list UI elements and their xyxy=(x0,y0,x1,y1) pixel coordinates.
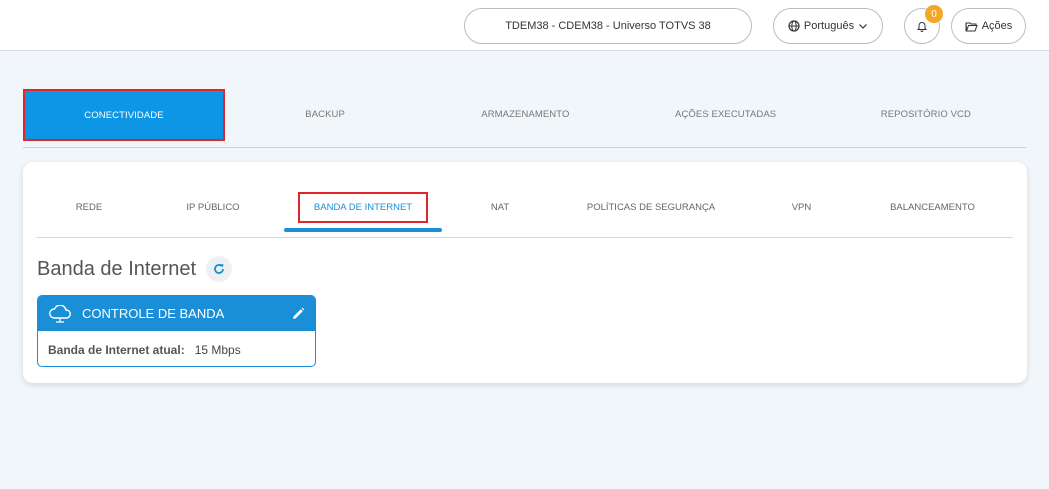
tab-label: AÇÕES EXECUTADAS xyxy=(675,108,777,120)
context-selector[interactable]: TDEM38 - CDEM38 - Universo TOTVS 38 xyxy=(464,8,752,44)
bandwidth-value: 15 Mbps xyxy=(194,342,241,357)
page-title: Banda de Internet xyxy=(37,257,197,280)
tab-label: ARMAZENAMENTO xyxy=(481,108,570,120)
section-header: Banda de Internet xyxy=(37,256,233,282)
top-bar: TDEM38 - CDEM38 - Universo TOTVS 38 Port… xyxy=(0,0,1049,51)
subtab-balanceamento[interactable]: BALANCEAMENTO xyxy=(859,182,1006,232)
tab-label: REPOSITÓRIO VCD xyxy=(880,108,971,120)
tab-armazenamento[interactable]: ARMAZENAMENTO xyxy=(425,89,625,139)
subtab-label: NAT xyxy=(490,201,510,213)
refresh-icon xyxy=(213,263,225,275)
cloud-icon xyxy=(48,304,72,323)
actions-label: Ações xyxy=(981,20,1013,32)
subtab-banda-de-internet[interactable]: BANDA DE INTERNET xyxy=(284,182,442,232)
content-card: REDE IP PÚBLICO BANDA DE INTERNET NAT PO… xyxy=(23,162,1027,383)
subtab-label: POLÍTICAS DE SEGURANÇA xyxy=(586,201,716,213)
bell-icon xyxy=(916,20,928,32)
bandwidth-card: CONTROLE DE BANDA Banda de Internet atua… xyxy=(37,295,316,367)
main-tabs: CONECTIVIDADE BACKUP ARMAZENAMENTO AÇÕES… xyxy=(23,89,1026,148)
actions-button[interactable]: Ações xyxy=(951,8,1026,44)
subtab-label: IP PÚBLICO xyxy=(186,201,240,213)
subtab-nat[interactable]: NAT xyxy=(442,182,558,232)
subtab-ip-publico[interactable]: IP PÚBLICO xyxy=(142,182,284,232)
subtab-label: BANDA DE INTERNET xyxy=(297,191,429,223)
language-selector[interactable]: Português xyxy=(773,8,883,44)
folder-open-icon xyxy=(965,21,978,32)
subtab-label: REDE xyxy=(75,201,103,213)
refresh-button[interactable] xyxy=(206,256,233,282)
context-label: TDEM38 - CDEM38 - Universo TOTVS 38 xyxy=(505,20,711,32)
notification-badge: 0 xyxy=(925,5,943,23)
tab-label: CONECTIVIDADE xyxy=(84,109,164,121)
subtab-politicas-de-seguranca[interactable]: POLÍTICAS DE SEGURANÇA xyxy=(558,182,744,232)
pencil-icon[interactable] xyxy=(291,307,305,321)
bandwidth-card-header: CONTROLE DE BANDA xyxy=(38,296,315,331)
bandwidth-key: Banda de Internet atual: xyxy=(48,342,185,357)
subtab-vpn[interactable]: VPN xyxy=(744,182,859,232)
tab-label: BACKUP xyxy=(305,108,345,120)
tab-backup[interactable]: BACKUP xyxy=(225,89,425,139)
tab-repositorio-vcd[interactable]: REPOSITÓRIO VCD xyxy=(826,89,1026,139)
sub-tabs: REDE IP PÚBLICO BANDA DE INTERNET NAT PO… xyxy=(36,182,1013,238)
bandwidth-card-body: Banda de Internet atual: 15 Mbps xyxy=(38,331,315,366)
bandwidth-card-title: CONTROLE DE BANDA xyxy=(82,306,225,321)
chevron-down-icon xyxy=(858,21,868,31)
notifications-button[interactable]: 0 xyxy=(904,5,943,44)
tab-acoes-executadas[interactable]: AÇÕES EXECUTADAS xyxy=(626,89,826,139)
language-label: Português xyxy=(803,20,855,32)
subtab-label: BALANCEAMENTO xyxy=(890,201,975,213)
tab-conectividade[interactable]: CONECTIVIDADE xyxy=(23,89,225,141)
subtab-rede[interactable]: REDE xyxy=(36,182,142,232)
globe-icon xyxy=(788,20,800,32)
subtab-label: VPN xyxy=(791,201,812,213)
